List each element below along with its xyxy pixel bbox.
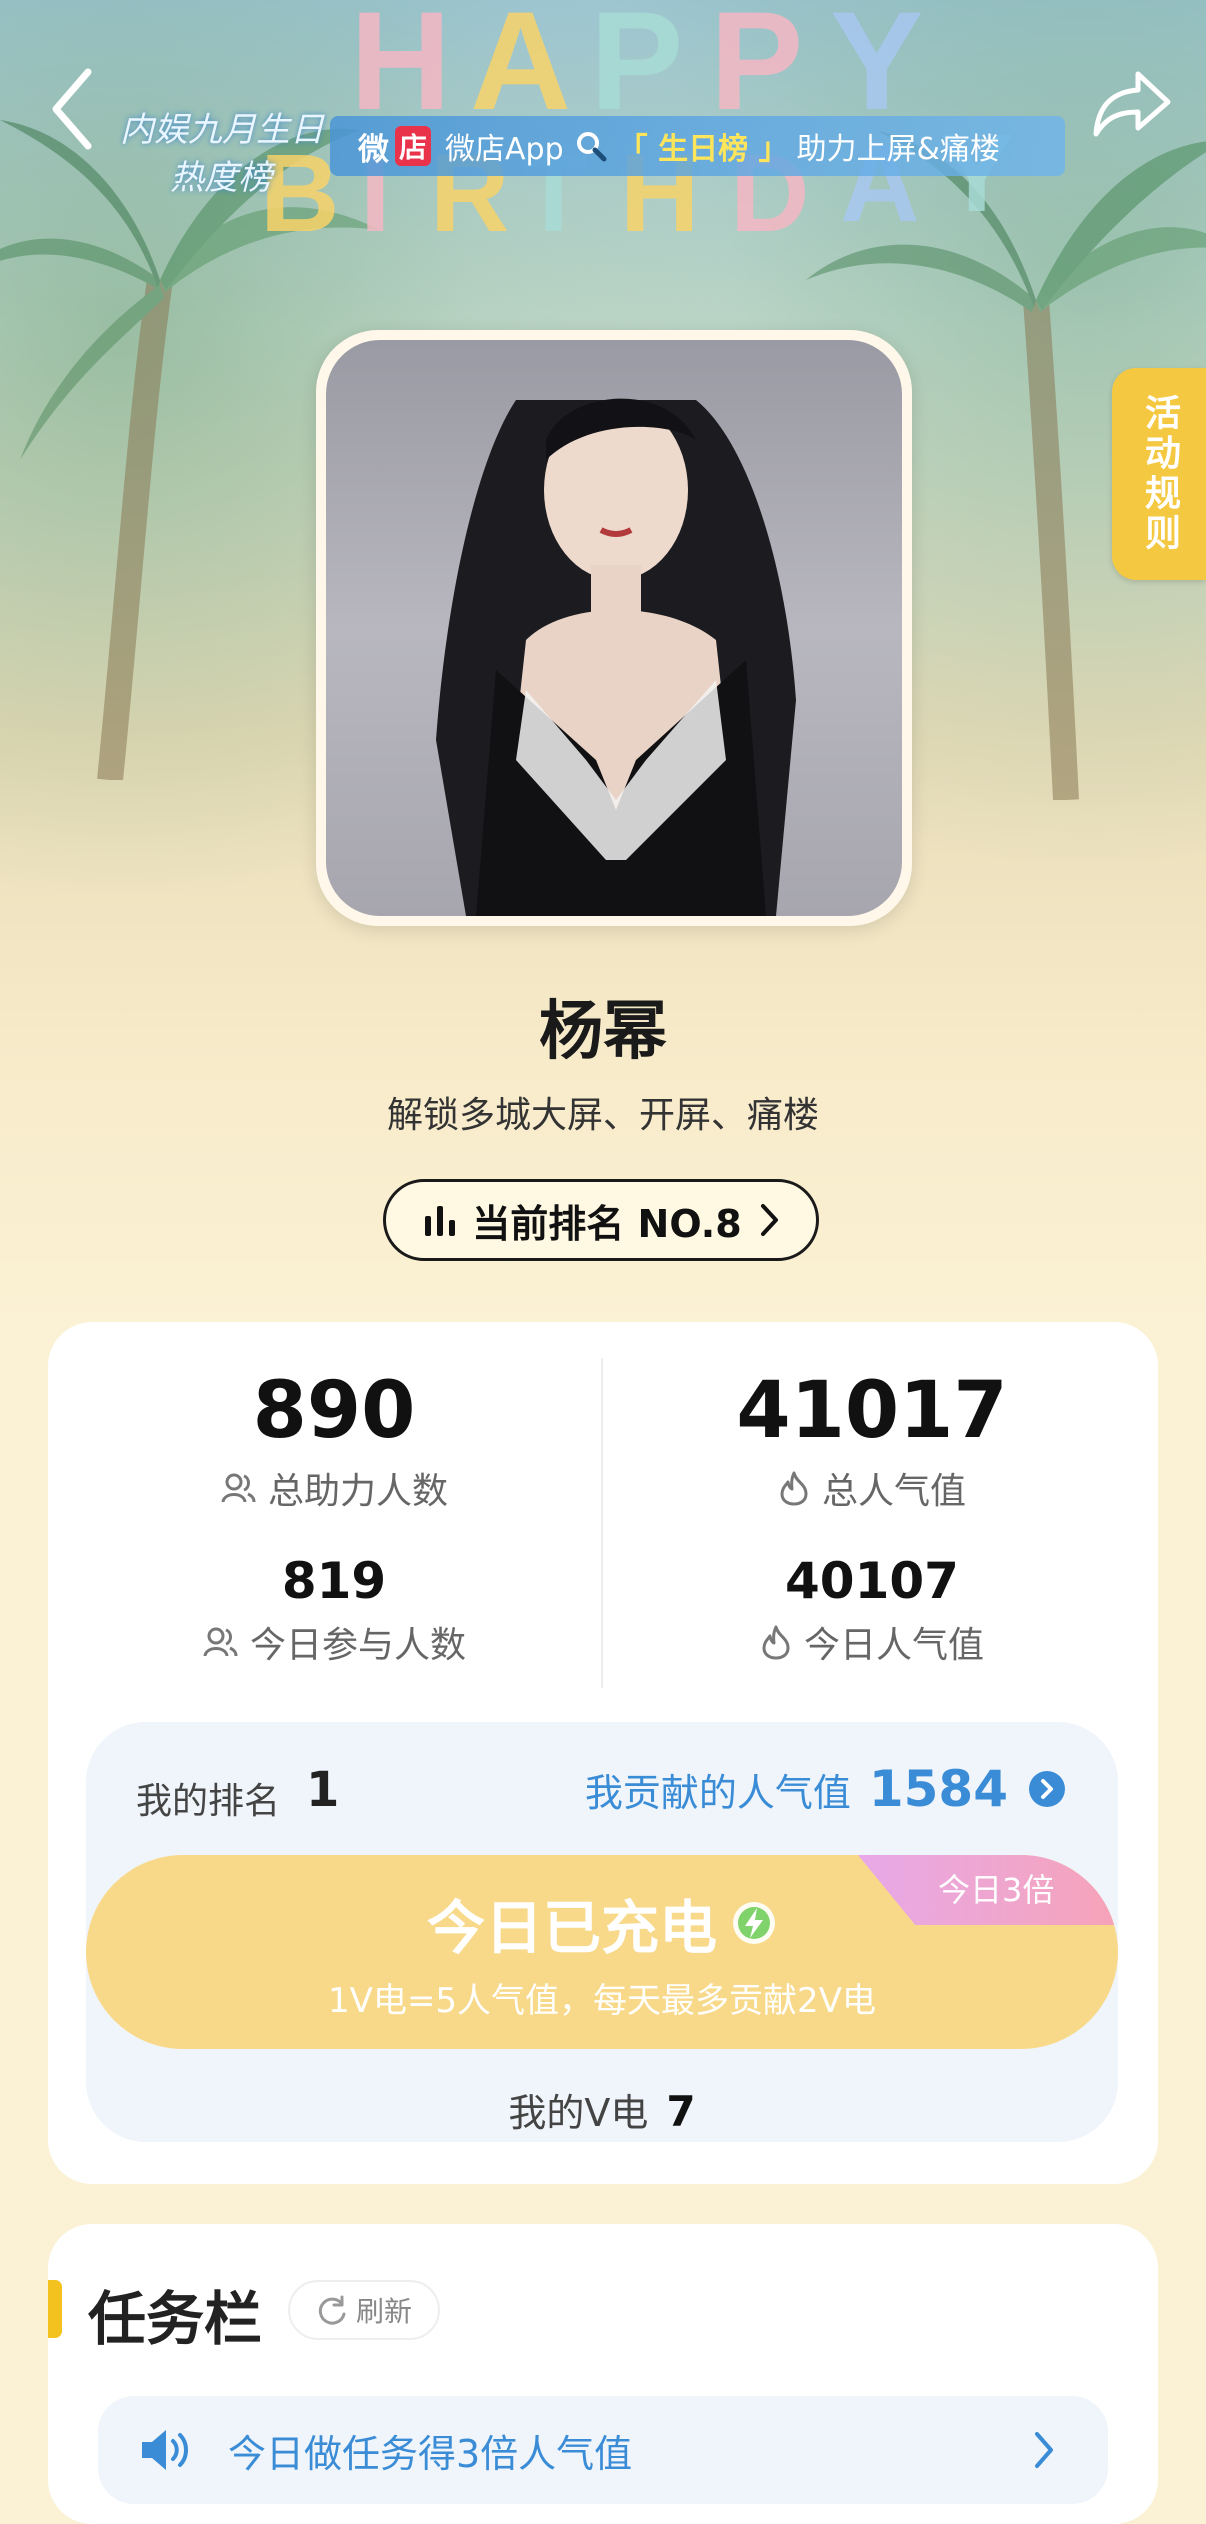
banner-tag: 「 生日榜 」 <box>617 132 789 167</box>
users-icon <box>203 1627 238 1657</box>
banner-app-name: 微店App <box>445 132 564 167</box>
event-logo: 内娱九月生日 热度榜 <box>110 92 350 202</box>
promo-banner[interactable]: 微 店 微店App 「 生日榜 」 助力上屏&痛楼 <box>330 116 1065 176</box>
stat-today-popularity: 40107 今日人气值 <box>612 1552 1132 1668</box>
my-rank-label: 我的排名 <box>136 1781 281 1822</box>
celebrity-name: 杨幂 <box>539 995 667 1069</box>
task-card: 任务栏 刷新 今日做任务得3倍人气值 <box>48 2224 1158 2524</box>
activity-rules-tab[interactable]: 活动规则 <box>1112 368 1206 580</box>
banner-rest: 助力上屏&痛楼 <box>796 132 1000 167</box>
share-icon[interactable] <box>1092 68 1172 140</box>
banner-dian-badge: 店 <box>395 126 432 166</box>
task-notice-row[interactable]: 今日做任务得3倍人气值 <box>98 2396 1108 2504</box>
stat-value: 41017 <box>736 1366 1008 1456</box>
stat-label-text: 今日人气值 <box>803 1625 984 1666</box>
refresh-label: 刷新 <box>355 2295 412 2328</box>
my-contribution-link[interactable]: 我贡献的人气值 1584 <box>585 1760 1066 1818</box>
stats-divider <box>601 1358 603 1688</box>
stat-total-popularity: 41017 总人气值 <box>612 1366 1132 1514</box>
stat-label: 今日参与人数 <box>74 1616 594 1668</box>
stat-label-text: 总助力人数 <box>267 1471 448 1512</box>
task-title-accent <box>48 2280 62 2338</box>
stat-label: 总助力人数 <box>74 1462 594 1514</box>
chevron-right-circle-icon <box>1029 1771 1065 1807</box>
celebrity-subtitle: 解锁多城大屏、开屏、痛楼 <box>386 1095 819 1136</box>
logo-line-1: 内娱九月生日 <box>120 110 324 150</box>
contribution-label: 我贡献的人气值 <box>584 1770 851 1815</box>
charge-subtitle: 1V电=5人气值，每天最多贡献2V电 <box>328 1981 876 2021</box>
bar-chart-icon <box>425 1206 456 1236</box>
chevron-right-icon <box>760 1204 778 1236</box>
stat-label-text: 今日参与人数 <box>249 1625 466 1666</box>
banner-wei: 微 <box>358 131 389 168</box>
stat-label: 总人气值 <box>612 1462 1132 1514</box>
search-icon <box>576 132 607 162</box>
task-title: 任务栏 <box>88 2285 263 2353</box>
charge-title: 今日已充电 <box>86 1881 1118 1965</box>
stat-value: 819 <box>281 1552 387 1610</box>
avatar <box>326 340 902 916</box>
stat-label-text: 总人气值 <box>821 1471 966 1512</box>
my-v-label: 我的V电 <box>508 2091 649 2135</box>
my-rank-value: 1 <box>306 1762 340 1818</box>
logo-line-2: 热度榜 <box>170 158 272 198</box>
stat-total-helpers: 890 总助力人数 <box>74 1366 594 1514</box>
refresh-button[interactable]: 刷新 <box>288 2280 440 2340</box>
refresh-icon <box>318 2295 346 2325</box>
current-rank-button[interactable]: 当前排名 NO.8 <box>383 1179 819 1261</box>
lightning-icon <box>733 1902 775 1944</box>
stat-today-participants: 819 今日参与人数 <box>74 1552 594 1668</box>
charge-title-text: 今日已充电 <box>426 1894 717 1962</box>
task-notice-text: 今日做任务得3倍人气值 <box>228 2431 633 2476</box>
stat-value: 890 <box>252 1366 416 1456</box>
stats-card: 890 总助力人数 41017 总人气值 819 今日参与人数 40107 今日… <box>48 1322 1158 2184</box>
flame-icon <box>780 1471 808 1506</box>
my-contribution-panel: 我的排名 1 我贡献的人气值 1584 今日3倍 今日已充电 1V电=5人气值，… <box>86 1722 1118 2142</box>
my-v-value: 7 <box>666 2087 696 2136</box>
speaker-icon <box>142 2430 188 2470</box>
charge-button[interactable]: 今日3倍 今日已充电 1V电=5人气值，每天最多贡献2V电 <box>86 1855 1118 2049</box>
my-v-power: 我的V电 7 <box>86 2082 1118 2137</box>
flame-icon <box>762 1625 790 1660</box>
contribution-value: 1584 <box>868 1760 1008 1818</box>
users-icon <box>221 1473 256 1503</box>
current-rank-label: 当前排名 NO.8 <box>472 1201 742 1246</box>
stat-value: 40107 <box>785 1552 959 1610</box>
chevron-right-icon <box>1035 2432 1053 2468</box>
stat-label: 今日人气值 <box>612 1616 1132 1668</box>
avatar-frame <box>316 330 912 926</box>
avatar-portrait-illustration <box>436 398 796 916</box>
back-icon[interactable] <box>46 64 98 154</box>
